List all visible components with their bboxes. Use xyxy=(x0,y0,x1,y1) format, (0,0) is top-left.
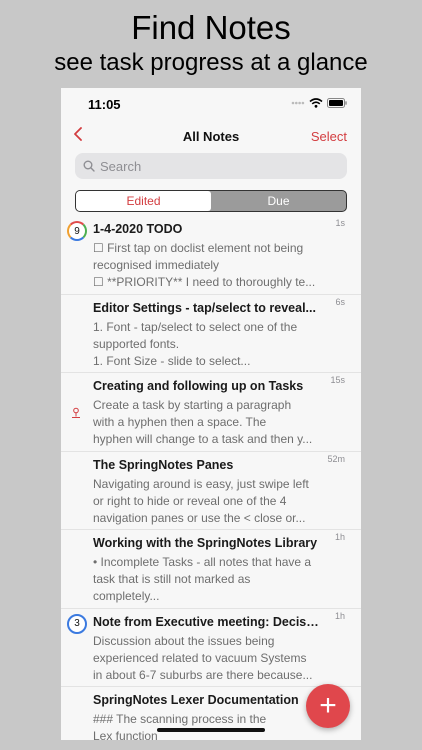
note-age: 1h xyxy=(334,610,345,621)
note-preview-line: ☐ **PRIORITY** I need to thoroughly te..… xyxy=(93,275,316,289)
signal-icon xyxy=(291,101,305,105)
note-preview: Navigating around is easy, just swipe le… xyxy=(93,476,321,527)
list-item[interactable]: Creating and following up on Tasks Creat… xyxy=(61,373,361,452)
note-preview-line: or right to hide or reveal one of the 4 xyxy=(93,493,287,508)
note-preview-line: 1. Font - tap/select to select one of th… xyxy=(93,319,298,334)
note-preview-line: with a hyphen then a space. The xyxy=(93,415,267,429)
note-preview-line: Navigating around is easy, just swipe le… xyxy=(93,476,309,491)
list-item[interactable]: Editor Settings - tap/select to reveal..… xyxy=(61,295,361,373)
note-preview-line: task that is still not marked as xyxy=(93,572,251,586)
note-preview: • Incomplete Tasks - all notes that have… xyxy=(93,554,321,605)
note-preview-line: in about 6-7 suburbs are there because..… xyxy=(93,667,313,682)
note-preview-line: Discussion about the issues being xyxy=(93,633,275,648)
note-preview-line: ☐ First tap on doclist element not being xyxy=(93,241,304,255)
plus-icon: + xyxy=(319,689,337,722)
phone-screen: 11:05 All Notes Select Search Edited Due… xyxy=(61,88,361,740)
promo-headline: Find Notes see task progress at a glance xyxy=(0,10,422,78)
note-title: The SpringNotes Panes xyxy=(93,457,234,472)
note-preview-line: ### The scanning process in the xyxy=(93,712,267,726)
status-bar: 11:05 xyxy=(61,88,361,122)
note-preview-line: navigation panes or use the < close or..… xyxy=(93,510,306,525)
note-title: 1-4-2020 TODO xyxy=(93,222,183,236)
note-preview-line: supported fonts. xyxy=(93,336,180,351)
note-age: 15s xyxy=(330,375,345,385)
note-age: 6s xyxy=(335,296,345,307)
list-item[interactable]: Working with the SpringNotes Library • I… xyxy=(61,530,361,609)
note-title: SpringNotes Lexer Documentation xyxy=(93,693,299,707)
promo-title: Find Notes xyxy=(131,9,291,46)
note-preview: 1. Font - tap/select to select one of th… xyxy=(93,319,321,370)
note-age: 1h xyxy=(334,532,345,542)
note-age: 52m xyxy=(327,453,345,464)
search-icon xyxy=(83,160,95,172)
note-preview-line: • Incomplete Tasks - all notes that have… xyxy=(93,555,312,569)
note-preview: Discussion about the issues being experi… xyxy=(93,633,321,684)
task-progress-badge: 9 xyxy=(67,221,87,241)
status-time: 11:05 xyxy=(88,97,121,112)
note-preview: ☐ First tap on doclist element not being… xyxy=(93,240,321,291)
note-preview-line: 1. Font Size - slide to select... xyxy=(93,353,251,368)
notes-list: 9 1-4-2020 TODO ☐ First tap on doclist e… xyxy=(61,216,361,740)
status-icons xyxy=(291,98,347,108)
note-age: 1s xyxy=(335,218,345,228)
list-item[interactable]: 3 Note from Executive meeting: Decisio..… xyxy=(61,609,361,687)
pin-area xyxy=(71,406,81,424)
nav-bar: All Notes Select xyxy=(61,124,361,150)
segment-edited[interactable]: Edited xyxy=(76,191,211,211)
list-item[interactable]: The SpringNotes Panes Navigating around … xyxy=(61,452,361,530)
note-preview: ### The scanning process in the Lex func… xyxy=(93,711,321,740)
promo-subtitle: see task progress at a glance xyxy=(54,49,368,76)
home-indicator xyxy=(157,728,265,732)
note-preview-line: hyphen will change to a task and then y.… xyxy=(93,432,313,446)
search-bar[interactable]: Search xyxy=(75,153,347,179)
note-title: Editor Settings - tap/select to reveal..… xyxy=(93,300,316,315)
wifi-icon xyxy=(309,98,323,108)
location-pin-icon xyxy=(72,407,80,418)
note-preview-line: Create a task by starting a paragraph xyxy=(93,398,292,412)
select-button[interactable]: Select xyxy=(311,129,347,144)
note-title: Note from Executive meeting: Decisio... xyxy=(93,614,321,629)
note-title: Working with the SpringNotes Library xyxy=(93,536,318,550)
note-preview-line: completely... xyxy=(93,589,160,603)
note-preview-line: recognised immediately xyxy=(93,258,220,272)
note-preview-line: experienced related to vacuum Systems xyxy=(93,650,307,665)
task-progress-badge: 3 xyxy=(67,613,87,634)
battery-icon xyxy=(327,98,347,108)
search-input[interactable]: Search xyxy=(100,159,141,174)
list-item[interactable]: 9 1-4-2020 TODO ☐ First tap on doclist e… xyxy=(61,216,361,295)
add-note-button[interactable]: + xyxy=(306,684,350,728)
segment-due[interactable]: Due xyxy=(211,191,346,211)
note-title: Creating and following up on Tasks xyxy=(93,379,304,393)
sort-segmented-control: Edited Due xyxy=(75,190,347,212)
note-preview: Create a task by starting a paragraph wi… xyxy=(93,397,321,448)
